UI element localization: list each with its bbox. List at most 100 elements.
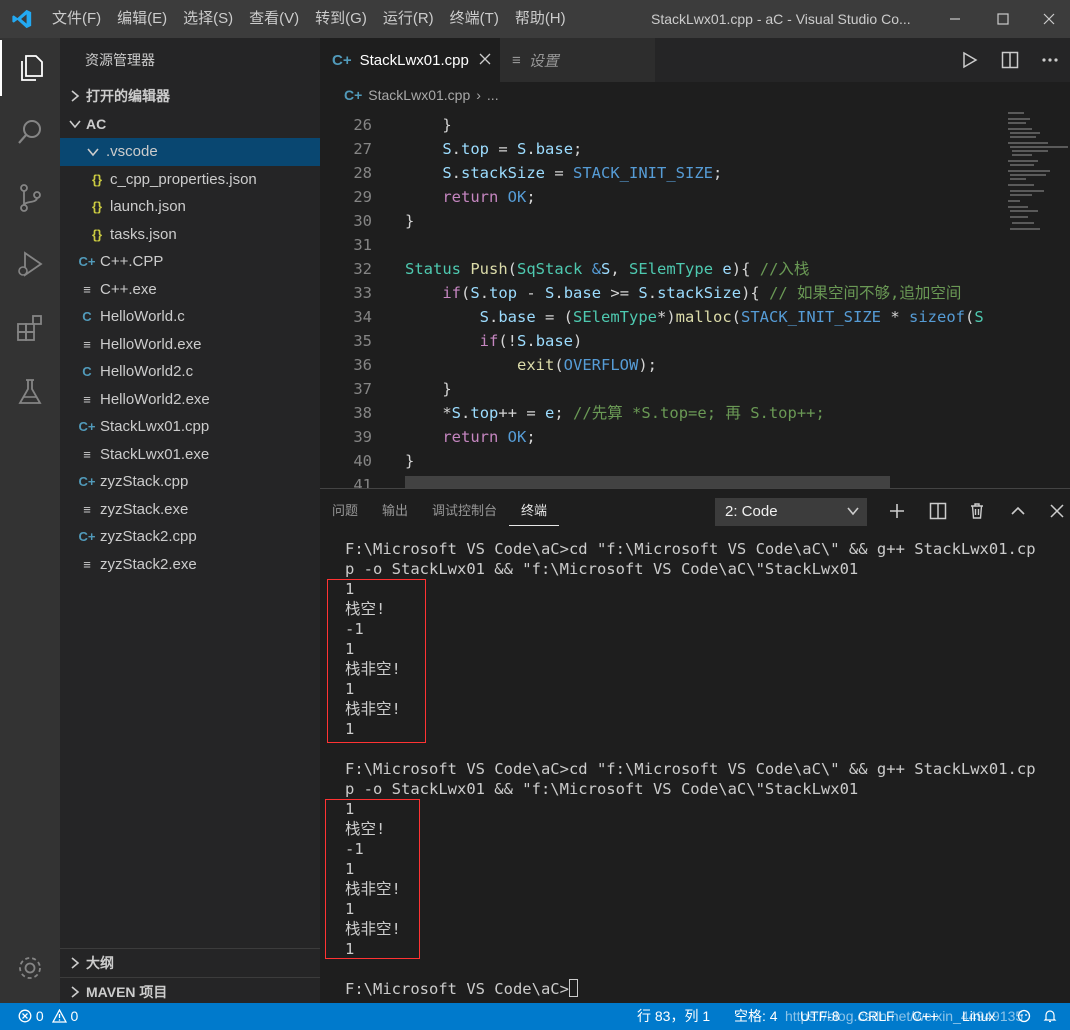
chevron-down-icon	[66, 119, 84, 129]
settings-gear-icon[interactable]	[0, 940, 60, 996]
file-helloworld2-c[interactable]: C HelloWorld2.c	[60, 358, 320, 386]
breadcrumb: C+ StackLwx01.cpp › ...	[320, 82, 1070, 108]
notifications-bell-icon[interactable]	[1043, 1003, 1057, 1030]
warning-icon	[51, 1008, 67, 1024]
file-zyzstack2-cpp[interactable]: C+ zyzStack2.cpp	[60, 523, 320, 551]
json-icon: {}	[91, 171, 103, 187]
terminal-output[interactable]: F:\Microsoft VS Code\aC>cd "f:\Microsoft…	[320, 537, 1070, 1004]
maven-label: MAVEN 项目	[86, 983, 168, 1000]
cpp-icon: C+	[78, 529, 96, 545]
file-launch-json[interactable]: {} launch.json	[60, 193, 320, 221]
close-tab-icon[interactable]	[479, 52, 491, 69]
code-comment: //先算 *S.top=e; 再 S.top++;	[573, 404, 825, 422]
file-helloworld-c[interactable]: C HelloWorld.c	[60, 303, 320, 331]
explorer-icon[interactable]	[0, 40, 60, 96]
minimize-button[interactable]	[932, 0, 978, 38]
tree-item-label: StackLwx01.exe	[100, 445, 210, 463]
menu-file[interactable]: 文件(F)	[44, 0, 109, 38]
breadcrumb-more[interactable]: ...	[487, 87, 499, 103]
problems-status[interactable]: 0 0	[18, 1003, 78, 1030]
file-stacklwx01-exe[interactable]: ≡ StackLwx01.exe	[60, 441, 320, 469]
folder-root-ac[interactable]: AC	[60, 110, 320, 138]
file-helloworld2-exe[interactable]: ≡ HelloWorld2.exe	[60, 386, 320, 414]
terminal-select-value: 2: Code	[725, 503, 778, 520]
folder-root-label: AC	[86, 116, 107, 132]
file-icon: ≡	[83, 556, 91, 572]
editor-tabs: C+ StackLwx01.cpp ≡ 设置	[320, 38, 1070, 82]
error-count: 0	[35, 1008, 44, 1024]
cpp-icon: C+	[78, 474, 96, 490]
highlight-box	[325, 799, 420, 959]
cursor-position[interactable]: 行 83，列 1	[637, 1003, 710, 1030]
tab-problems[interactable]: 问题	[320, 489, 370, 533]
breadcrumb-file[interactable]: StackLwx01.cpp	[368, 87, 470, 103]
file-icon: ≡	[83, 281, 91, 297]
title-bar: 文件(F) 编辑(E) 选择(S) 查看(V) 转到(G) 运行(R) 终端(T…	[0, 0, 1070, 38]
tab-stacklwx01-cpp[interactable]: C+ StackLwx01.cpp	[320, 38, 500, 82]
trash-icon[interactable]	[965, 499, 989, 523]
tree-item-label: tasks.json	[110, 225, 177, 243]
watermark-text: https://blog.csdn.net/weixin_44949135	[785, 1008, 1024, 1024]
indentation[interactable]: 空格: 4	[734, 1003, 778, 1030]
menu-edit[interactable]: 编辑(E)	[109, 0, 175, 38]
split-editor-icon[interactable]	[990, 51, 1030, 69]
cpp-icon: C+	[78, 419, 96, 435]
new-terminal-plus-icon[interactable]	[885, 499, 909, 523]
horizontal-scrollbar[interactable]	[405, 476, 890, 488]
file-zyzstack-exe[interactable]: ≡ zyzStack.exe	[60, 496, 320, 524]
source-control-icon[interactable]	[0, 170, 60, 226]
maximize-panel-chevron-up-icon[interactable]	[1006, 499, 1030, 523]
close-panel-icon[interactable]	[1045, 499, 1069, 523]
chevron-right-icon	[66, 985, 84, 998]
file-helloworld-exe[interactable]: ≡ HelloWorld.exe	[60, 331, 320, 359]
tab-debug-console[interactable]: 调试控制台	[420, 489, 509, 533]
menu-help[interactable]: 帮助(H)	[507, 0, 574, 38]
file-zyzstack2-exe[interactable]: ≡ zyzStack2.exe	[60, 551, 320, 579]
tab-output[interactable]: 输出	[370, 489, 420, 533]
minimap[interactable]	[1000, 108, 1070, 488]
file-cpp-exe[interactable]: ≡ C++.exe	[60, 276, 320, 304]
maven-section[interactable]: MAVEN 项目	[60, 977, 320, 1005]
open-editors-section[interactable]: 打开的编辑器	[60, 82, 320, 110]
terminal-select[interactable]: 2: Code	[715, 498, 867, 526]
menu-bar: 文件(F) 编辑(E) 选择(S) 查看(V) 转到(G) 运行(R) 终端(T…	[44, 0, 574, 38]
split-terminal-icon[interactable]	[926, 499, 950, 523]
status-bar: 0 0 行 83，列 1 空格: 4 UTF-8 CRLF C++ Linux …	[0, 1003, 1070, 1030]
file-icon: ≡	[83, 391, 91, 407]
menu-selection[interactable]: 选择(S)	[175, 0, 241, 38]
code-editor[interactable]: 26 } 27 S.top = S.base; 28 S.stackSize =…	[320, 108, 1000, 488]
terminal-line: p -o StackLwx01 && "f:\Microsoft VS Code…	[345, 560, 859, 578]
code-line: 33 if(S.top - S.base >= S.stackSize){ //…	[353, 284, 962, 302]
extensions-icon[interactable]	[0, 300, 60, 356]
tab-settings[interactable]: ≡ 设置	[500, 38, 655, 82]
code-line: 32 Status Push(SqStack &S, SElemType e){ …	[353, 260, 810, 278]
tree-item-label: HelloWorld2.c	[100, 363, 194, 381]
testing-flask-icon[interactable]	[0, 364, 60, 420]
menu-terminal[interactable]: 终端(T)	[442, 0, 507, 38]
file-zyzstack-cpp[interactable]: C+ zyzStack.cpp	[60, 468, 320, 496]
file-stacklwx01-cpp[interactable]: C+ StackLwx01.cpp	[60, 413, 320, 441]
search-icon[interactable]	[0, 104, 60, 160]
run-debug-icon[interactable]	[0, 236, 60, 292]
folder-vscode[interactable]: .vscode	[60, 138, 320, 166]
menu-run[interactable]: 运行(R)	[375, 0, 442, 38]
menu-view[interactable]: 查看(V)	[241, 0, 307, 38]
file-icon: ≡	[83, 501, 91, 517]
tree-item-label: .vscode	[106, 143, 158, 161]
code-line: 34 S.base = (SElemType*)malloc(STACK_INI…	[353, 308, 984, 326]
run-icon[interactable]	[950, 51, 990, 69]
c-icon: C	[82, 309, 92, 325]
code-comment: //入栈	[759, 260, 810, 278]
chevron-right-icon	[66, 90, 84, 102]
code-line: 30}	[353, 212, 415, 230]
tab-terminal[interactable]: 终端	[509, 496, 560, 526]
file-tasks-json[interactable]: {} tasks.json	[60, 221, 320, 249]
outline-section[interactable]: 大纲	[60, 949, 320, 977]
file-cpp-cpp[interactable]: C+ C++.CPP	[60, 248, 320, 276]
more-actions-icon[interactable]	[1030, 57, 1070, 63]
maximize-button[interactable]	[980, 0, 1026, 38]
file-c-cpp-properties-json[interactable]: {} c_cpp_properties.json	[60, 166, 320, 194]
close-window-button[interactable]	[1028, 0, 1070, 38]
menu-go[interactable]: 转到(G)	[307, 0, 375, 38]
cpp-icon: C+	[344, 87, 363, 103]
